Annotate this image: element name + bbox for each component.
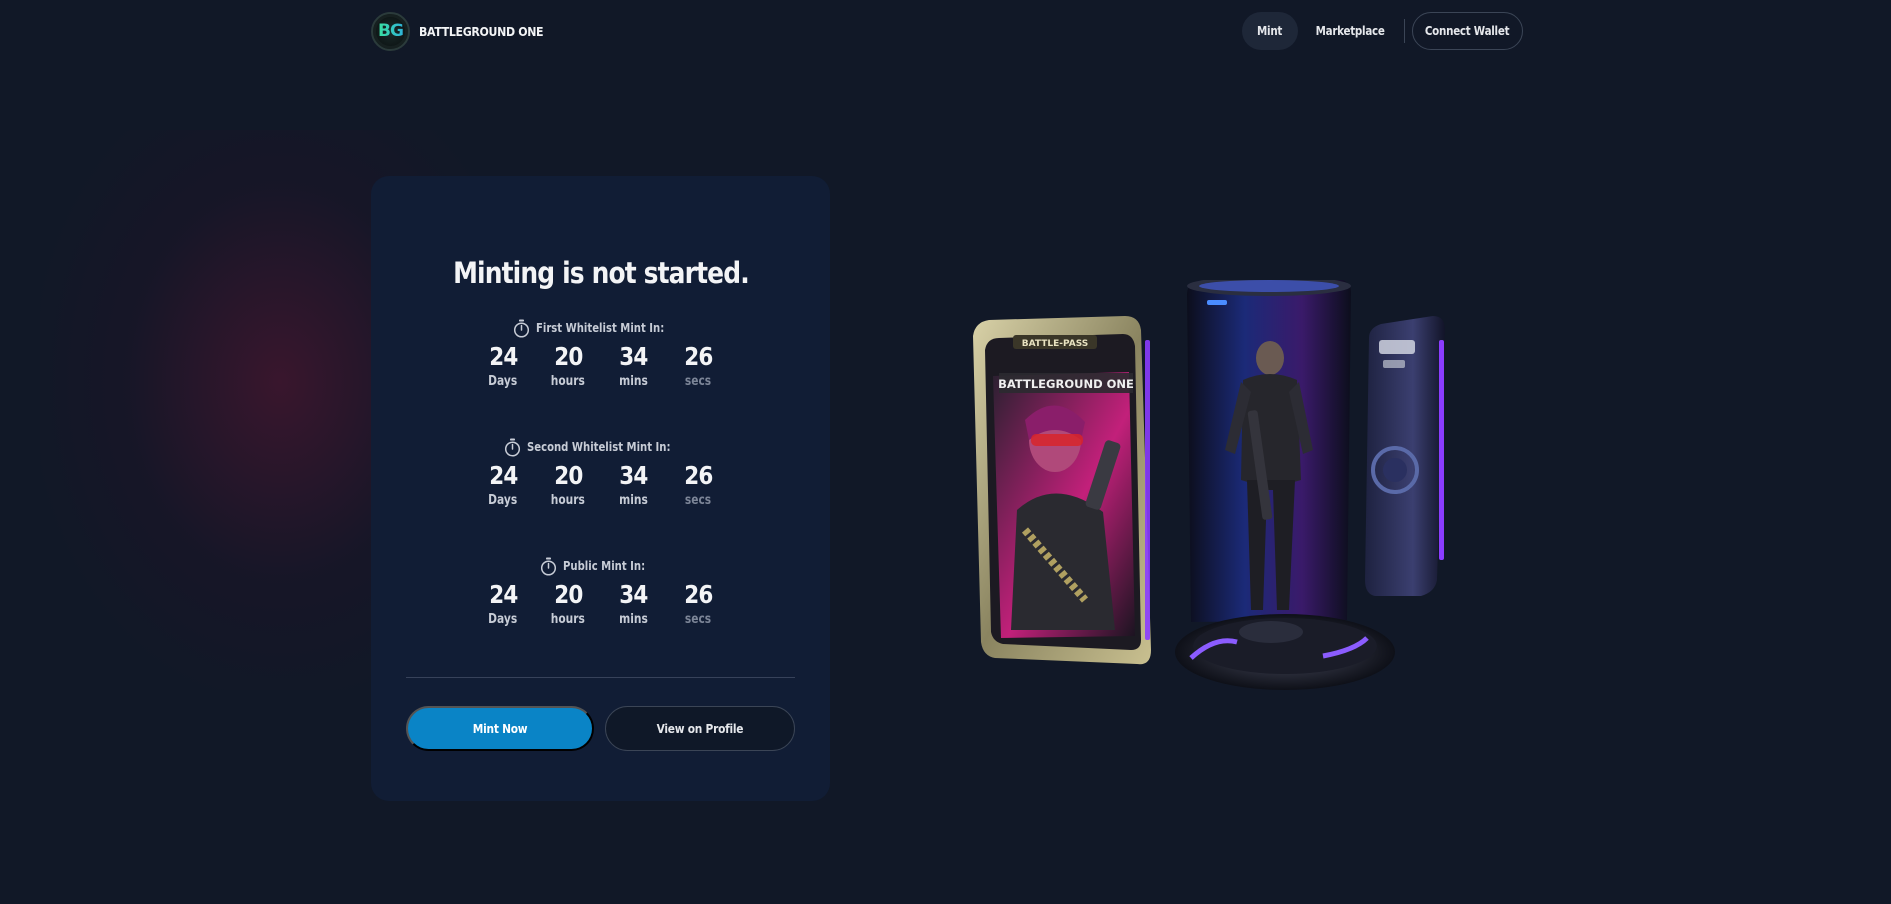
countdown-mins: 34 mins: [601, 580, 666, 630]
countdown-label: Second Whitelist Mint In:: [371, 437, 830, 457]
countdown-hours: 20 hours: [536, 580, 601, 630]
connect-wallet-label: Connect Wallet: [1425, 24, 1510, 38]
nav-item-mint-label: Mint: [1257, 24, 1283, 38]
brand[interactable]: BG BATTLEGROUND ONE: [371, 11, 560, 51]
countdown-mins: 34 mins: [601, 461, 666, 511]
countdown-secs: 26 secs: [666, 461, 731, 511]
countdown-label: First Whitelist Mint In:: [371, 318, 830, 338]
nav-item-marketplace-label: Marketplace: [1315, 24, 1385, 38]
logo-text: BG: [378, 21, 404, 41]
nav-divider: [1404, 19, 1405, 43]
battle-pass-card: BATTLE-PASS BATTLEGROUND ONE: [973, 316, 1151, 665]
countdown-days: 24 Days: [471, 342, 536, 392]
countdown-label-text: First Whitelist Mint In:: [535, 321, 664, 335]
days-label: Days: [488, 612, 518, 627]
countdown-mins: 34 mins: [601, 342, 666, 392]
mins-value: 34: [618, 580, 648, 609]
countdown-units: 24 Days 20 hours 34 mins 26 secs: [371, 342, 830, 392]
countdown-hours: 20 hours: [536, 461, 601, 511]
countdown-label: Public Mint In:: [371, 556, 830, 576]
secs-value: 26: [683, 342, 713, 371]
hours-value: 20: [553, 342, 583, 371]
hours-label: hours: [550, 493, 586, 508]
card-divider: [406, 677, 795, 678]
mint-card: Minting is not started. First Whitelist …: [371, 176, 830, 801]
nav-item-mint[interactable]: Mint: [1242, 12, 1298, 50]
secs-value: 26: [683, 580, 713, 609]
mins-value: 34: [618, 342, 648, 371]
view-on-profile-label: View on Profile: [656, 721, 744, 736]
brand-name: BATTLEGROUND ONE: [419, 23, 544, 39]
mint-status-title: Minting is not started.: [371, 256, 830, 290]
nav-item-marketplace[interactable]: Marketplace: [1298, 12, 1402, 50]
character-capsule: [1175, 280, 1445, 690]
countdown-public: Public Mint In: 24 Days 20 hours 34 mins…: [371, 556, 830, 630]
view-on-profile-button[interactable]: View on Profile: [605, 706, 795, 751]
countdown-label-text: Second Whitelist Mint In:: [526, 440, 671, 454]
stopwatch-icon: [504, 438, 520, 457]
countdown-label-text: Public Mint In:: [563, 559, 646, 573]
brand-logo-icon: BG: [371, 11, 410, 51]
stopwatch-icon: [513, 319, 529, 338]
mint-status-title-text: Minting is not started.: [452, 256, 750, 290]
nav-menu: Mint Marketplace Connect Wallet: [1242, 12, 1523, 50]
secs-label: secs: [684, 374, 712, 389]
hero-artwork: BATTLE-PASS BATTLEGROUND ONE: [973, 280, 1445, 690]
mins-label: mins: [618, 374, 648, 389]
days-value: 24: [488, 461, 518, 490]
countdown-hours: 20 hours: [536, 342, 601, 392]
battle-pass-card-title: BATTLEGROUND ONE: [998, 377, 1134, 391]
countdown-secs: 26 secs: [666, 342, 731, 392]
secs-label: secs: [684, 493, 712, 508]
hours-label: hours: [550, 612, 586, 627]
countdown-units: 24 Days 20 hours 34 mins 26 secs: [371, 580, 830, 630]
countdown-days: 24 Days: [471, 461, 536, 511]
hours-label: hours: [550, 374, 586, 389]
countdown-days: 24 Days: [471, 580, 536, 630]
mint-now-button[interactable]: Mint Now: [406, 706, 594, 751]
top-navbar: BG BATTLEGROUND ONE Mint Marketplace Con…: [371, 11, 1523, 51]
countdown-secs: 26 secs: [666, 580, 731, 630]
battle-pass-label: BATTLE-PASS: [1022, 339, 1089, 349]
secs-value: 26: [683, 461, 713, 490]
stopwatch-icon: [541, 557, 557, 576]
countdown-units: 24 Days 20 hours 34 mins 26 secs: [371, 461, 830, 511]
days-label: Days: [488, 374, 518, 389]
mint-now-label: Mint Now: [472, 721, 528, 736]
secs-label: secs: [684, 612, 712, 627]
mins-value: 34: [618, 461, 648, 490]
mins-label: mins: [618, 493, 648, 508]
countdown-first-whitelist: First Whitelist Mint In: 24 Days 20 hour…: [371, 318, 830, 392]
days-label: Days: [488, 493, 518, 508]
hours-value: 20: [553, 580, 583, 609]
days-value: 24: [488, 342, 518, 371]
hours-value: 20: [553, 461, 583, 490]
mins-label: mins: [618, 612, 648, 627]
countdown-second-whitelist: Second Whitelist Mint In: 24 Days 20 hou…: [371, 437, 830, 511]
connect-wallet-button[interactable]: Connect Wallet: [1412, 12, 1523, 50]
days-value: 24: [488, 580, 518, 609]
